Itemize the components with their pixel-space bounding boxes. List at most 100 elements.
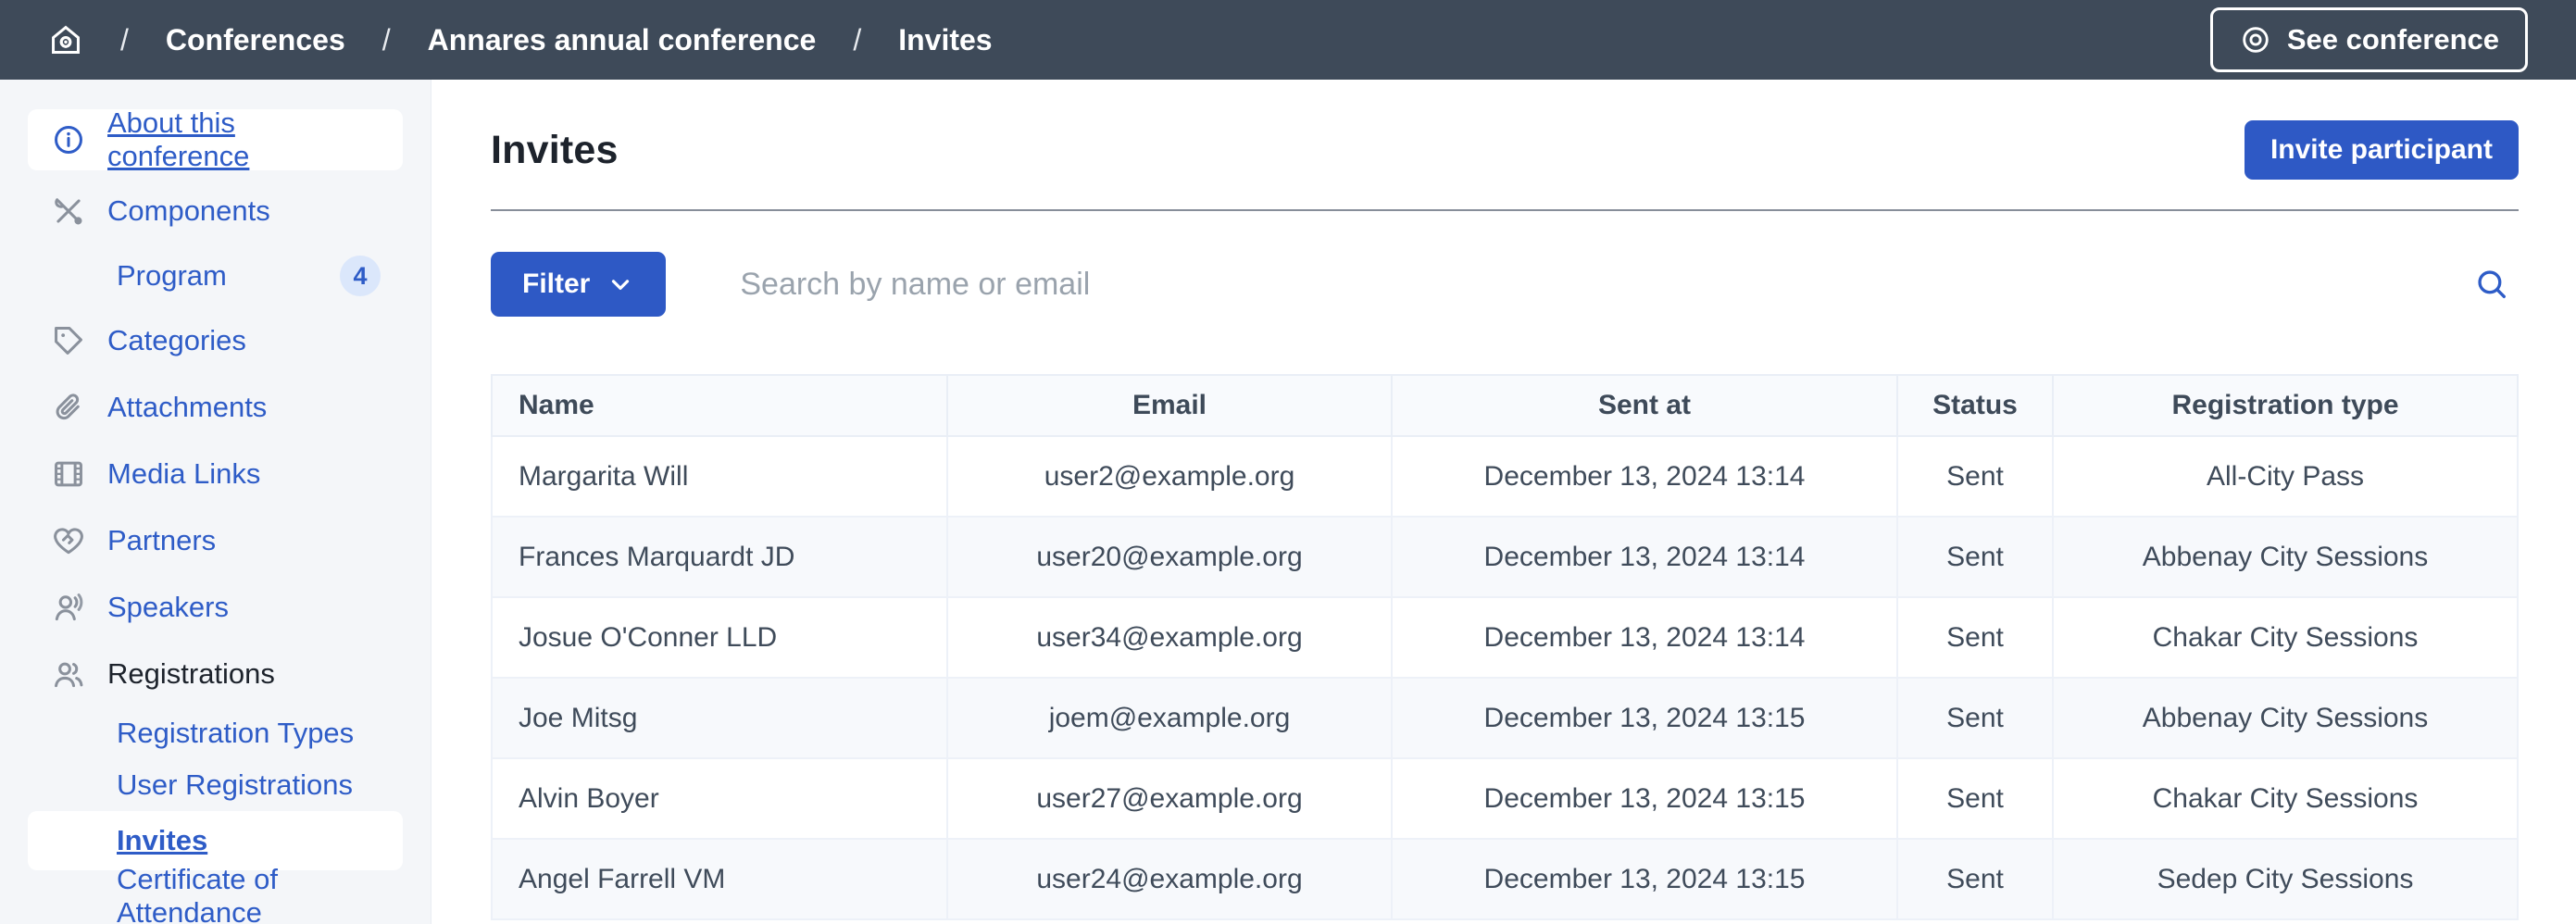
cell-registration-type: Abbenay City Sessions: [2053, 517, 2518, 597]
filter-button-label: Filter: [522, 268, 590, 300]
table-row: Joe Mitsg joem@example.org December 13, …: [492, 678, 2518, 758]
chevron-down-icon: [606, 270, 634, 298]
eye-icon: [2239, 23, 2272, 56]
cell-name: Alvin Boyer: [492, 758, 947, 839]
breadcrumb-conferences[interactable]: Conferences: [166, 23, 345, 57]
sidebar-item-registrations[interactable]: Registrations: [28, 641, 403, 707]
column-header-status: Status: [1897, 375, 2053, 436]
title-divider: [491, 209, 2519, 211]
sidebar-item-label: Certificate of Attendance: [117, 863, 381, 924]
speaker-icon: [50, 590, 87, 625]
table-row: Angel Farrell VM user24@example.org Dece…: [492, 839, 2518, 919]
cell-sent-at: December 13, 2024 13:14: [1392, 436, 1897, 517]
sidebar-item-label: Invites: [117, 824, 207, 857]
group-icon: [50, 656, 87, 692]
column-header-registration-type: Registration type: [2053, 375, 2518, 436]
breadcrumb-separator: /: [382, 23, 391, 57]
cell-email: user27@example.org: [947, 758, 1392, 839]
paperclip-icon: [50, 390, 87, 425]
sidebar-item-label: Program: [117, 259, 227, 293]
sidebar-item-invites[interactable]: Invites: [28, 811, 403, 870]
cell-registration-type: Sedep City Sessions: [2053, 839, 2518, 919]
breadcrumb-invites[interactable]: Invites: [898, 23, 992, 57]
cell-sent-at: December 13, 2024 13:14: [1392, 517, 1897, 597]
tools-icon: [50, 194, 87, 229]
cell-status: Sent: [1897, 839, 2053, 919]
cell-name: Angel Farrell VM: [492, 839, 947, 919]
cell-name: Joe Mitsg: [492, 678, 947, 758]
sidebar-item-label: Partners: [107, 524, 216, 557]
breadcrumb-conference-name[interactable]: Annares annual conference: [428, 23, 817, 57]
home-breadcrumb-link[interactable]: [48, 22, 83, 57]
sidebar-item-speakers[interactable]: Speakers: [28, 574, 403, 641]
search-input[interactable]: [740, 267, 2465, 303]
cell-registration-type: Chakar City Sessions: [2053, 758, 2518, 839]
sidebar-item-label: Attachments: [107, 391, 267, 424]
invites-table: Name Email Sent at Status Registration t…: [491, 374, 2519, 920]
sidebar-item-label: User Registrations: [117, 768, 353, 802]
cell-registration-type: All-City Pass: [2053, 436, 2518, 517]
main-content: Invites Invite participant Filter: [431, 80, 2576, 924]
sidebar: About this conference Components Program…: [0, 80, 431, 924]
cell-email: user34@example.org: [947, 597, 1392, 678]
sidebar-item-label: Categories: [107, 324, 246, 357]
sidebar-item-attachments[interactable]: Attachments: [28, 374, 403, 441]
cell-sent-at: December 13, 2024 13:15: [1392, 839, 1897, 919]
column-header-sent-at: Sent at: [1392, 375, 1897, 436]
column-header-email: Email: [947, 375, 1392, 436]
sidebar-item-about[interactable]: About this conference: [28, 109, 403, 170]
table-row: Frances Marquardt JD user20@example.org …: [492, 517, 2518, 597]
see-conference-label: See conference: [2287, 23, 2499, 56]
cell-sent-at: December 13, 2024 13:14: [1392, 597, 1897, 678]
sidebar-item-program[interactable]: Program 4: [28, 244, 403, 307]
film-icon: [50, 456, 87, 492]
cell-email: joem@example.org: [947, 678, 1392, 758]
cell-status: Sent: [1897, 597, 2053, 678]
column-header-name: Name: [492, 375, 947, 436]
filter-button[interactable]: Filter: [491, 252, 666, 317]
sidebar-item-registration-types[interactable]: Registration Types: [28, 707, 403, 759]
breadcrumb: / Conferences / Annares annual conferenc…: [48, 22, 993, 57]
cell-status: Sent: [1897, 758, 2053, 839]
sidebar-item-partners[interactable]: Partners: [28, 507, 403, 574]
cell-status: Sent: [1897, 436, 2053, 517]
cell-registration-type: Abbenay City Sessions: [2053, 678, 2518, 758]
see-conference-button[interactable]: See conference: [2210, 7, 2528, 72]
sidebar-item-categories[interactable]: Categories: [28, 307, 403, 374]
cell-name: Margarita Will: [492, 436, 947, 517]
sidebar-item-label: Media Links: [107, 457, 260, 491]
cell-email: user24@example.org: [947, 839, 1392, 919]
cell-name: Josue O'Conner LLD: [492, 597, 947, 678]
cell-registration-type: Chakar City Sessions: [2053, 597, 2518, 678]
sidebar-item-label: Registration Types: [117, 717, 354, 750]
sidebar-item-certificate[interactable]: Certificate of Attendance: [28, 870, 403, 922]
sidebar-item-label: About this conference: [107, 106, 381, 173]
table-header-row: Name Email Sent at Status Registration t…: [492, 375, 2518, 436]
search-icon[interactable]: [2465, 257, 2519, 311]
invite-participant-button[interactable]: Invite participant: [2245, 120, 2519, 180]
sidebar-item-label: Speakers: [107, 591, 229, 624]
table-row: Margarita Will user2@example.org Decembe…: [492, 436, 2518, 517]
cell-email: user20@example.org: [947, 517, 1392, 597]
topbar: / Conferences / Annares annual conferenc…: [0, 0, 2576, 80]
cell-status: Sent: [1897, 517, 2053, 597]
cell-sent-at: December 13, 2024 13:15: [1392, 678, 1897, 758]
sidebar-item-components[interactable]: Components: [28, 178, 403, 244]
sidebar-item-media-links[interactable]: Media Links: [28, 441, 403, 507]
sidebar-item-label: Registrations: [107, 657, 275, 691]
sidebar-item-label: Components: [107, 194, 270, 228]
home-icon: [48, 22, 83, 57]
cell-name: Frances Marquardt JD: [492, 517, 947, 597]
breadcrumb-separator: /: [120, 23, 129, 57]
info-icon: [50, 122, 87, 157]
cell-status: Sent: [1897, 678, 2053, 758]
cell-sent-at: December 13, 2024 13:15: [1392, 758, 1897, 839]
table-row: Alvin Boyer user27@example.org December …: [492, 758, 2518, 839]
table-row: Josue O'Conner LLD user34@example.org De…: [492, 597, 2518, 678]
program-count-badge: 4: [340, 256, 381, 296]
tag-icon: [50, 323, 87, 358]
breadcrumb-separator: /: [853, 23, 861, 57]
sidebar-item-user-registrations[interactable]: User Registrations: [28, 759, 403, 811]
page-title: Invites: [491, 128, 619, 173]
handshake-heart-icon: [50, 523, 87, 558]
